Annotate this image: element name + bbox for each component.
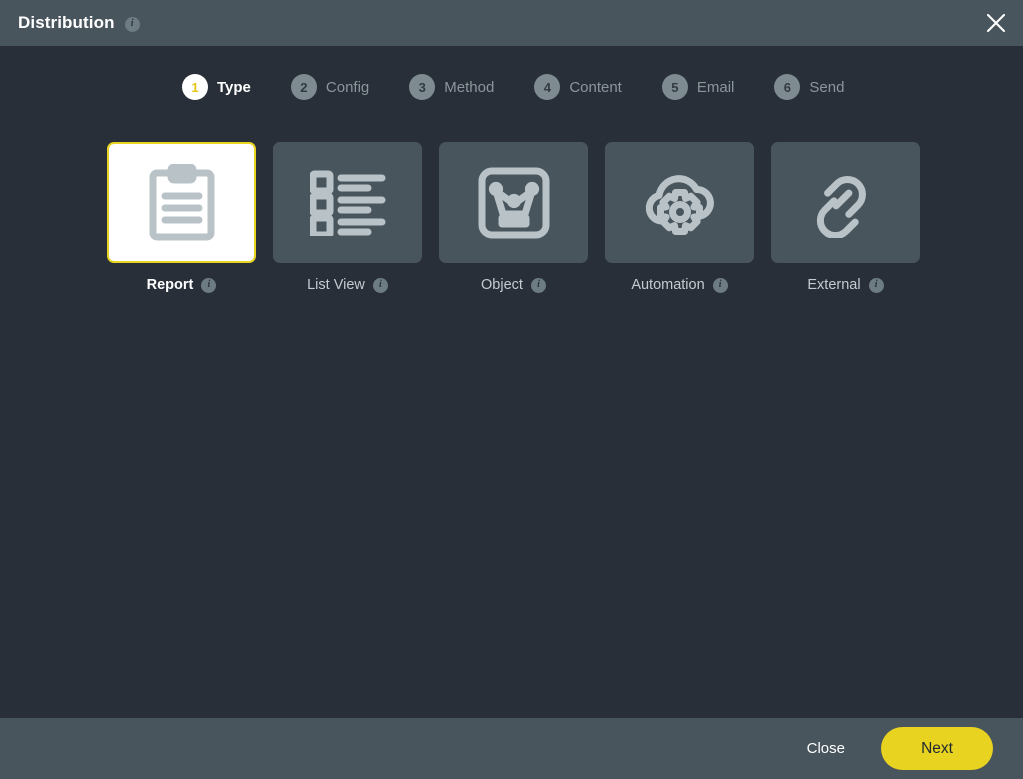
step-label: Email — [696, 78, 735, 96]
step-6-send[interactable]: 6 Send — [774, 74, 844, 100]
step-number: 6 — [774, 74, 801, 100]
type-label-row: Report i — [147, 277, 217, 293]
step-4-content[interactable]: 4 Content — [534, 74, 622, 100]
type-option-object[interactable]: Object i — [439, 142, 588, 293]
clipboard-icon — [149, 163, 214, 240]
type-label: Object — [481, 277, 523, 293]
step-number: 1 — [182, 74, 208, 100]
type-option-report[interactable]: Report i — [107, 142, 256, 293]
info-icon[interactable]: i — [530, 277, 546, 293]
info-icon[interactable]: i — [868, 277, 884, 293]
type-label: Report — [146, 277, 194, 293]
step-label: Config — [325, 78, 370, 96]
type-label-row: Automation i — [631, 277, 728, 293]
step-2-config[interactable]: 2 Config — [290, 74, 370, 100]
step-5-email[interactable]: 5 Email — [661, 74, 735, 100]
dialog-body: 1 Type 2 Config 3 Method 4 Content 5 Ema… — [0, 46, 1023, 718]
wizard-stepper: 1 Type 2 Config 3 Method 4 Content 5 Ema… — [0, 46, 1023, 100]
type-label: External — [807, 277, 861, 293]
type-card-automation[interactable] — [605, 142, 754, 263]
type-card-list-view[interactable] — [273, 142, 422, 263]
info-icon[interactable]: i — [712, 277, 728, 293]
distribution-dialog: Distribution i 1 Type 2 Config 3 Method — [0, 0, 1023, 779]
step-number: 3 — [409, 74, 436, 100]
type-option-list-view[interactable]: List View i — [273, 142, 422, 293]
type-card-object[interactable] — [439, 142, 588, 263]
step-label: Method — [444, 78, 495, 96]
type-option-automation[interactable]: Automation i — [605, 142, 754, 293]
distribution-type-grid: Report i List View i Object i Automation… — [0, 100, 1023, 293]
step-number: 4 — [534, 74, 561, 100]
type-label-row: List View i — [307, 277, 388, 293]
cloud-gear-icon — [645, 174, 714, 235]
type-card-external[interactable] — [771, 142, 920, 263]
info-icon[interactable]: i — [201, 277, 217, 293]
type-label-row: Object i — [481, 277, 546, 293]
type-option-external[interactable]: External i — [771, 142, 920, 293]
step-number: 5 — [661, 74, 688, 100]
info-icon[interactable]: i — [372, 277, 388, 293]
step-3-method[interactable]: 3 Method — [409, 74, 494, 100]
close-button[interactable]: Close — [793, 732, 859, 765]
step-number: 2 — [290, 74, 317, 100]
step-label: Send — [809, 78, 845, 96]
dialog-header: Distribution i — [0, 0, 1023, 46]
type-label-row: External i — [807, 277, 884, 293]
page-title: Distribution — [18, 13, 115, 32]
close-icon[interactable] — [979, 6, 1013, 40]
step-label: Type — [217, 78, 251, 96]
info-icon[interactable]: i — [124, 16, 140, 32]
type-card-report[interactable] — [107, 142, 256, 263]
type-label: List View — [307, 277, 365, 293]
step-label: Content — [569, 78, 622, 96]
link-icon — [816, 175, 866, 238]
checklist-icon — [309, 170, 385, 236]
type-label: Automation — [631, 277, 705, 293]
dialog-footer: Close Next — [0, 718, 1023, 779]
crown-icon — [478, 167, 549, 238]
step-1-type[interactable]: 1 Type — [182, 74, 251, 100]
next-button[interactable]: Next — [881, 727, 993, 770]
